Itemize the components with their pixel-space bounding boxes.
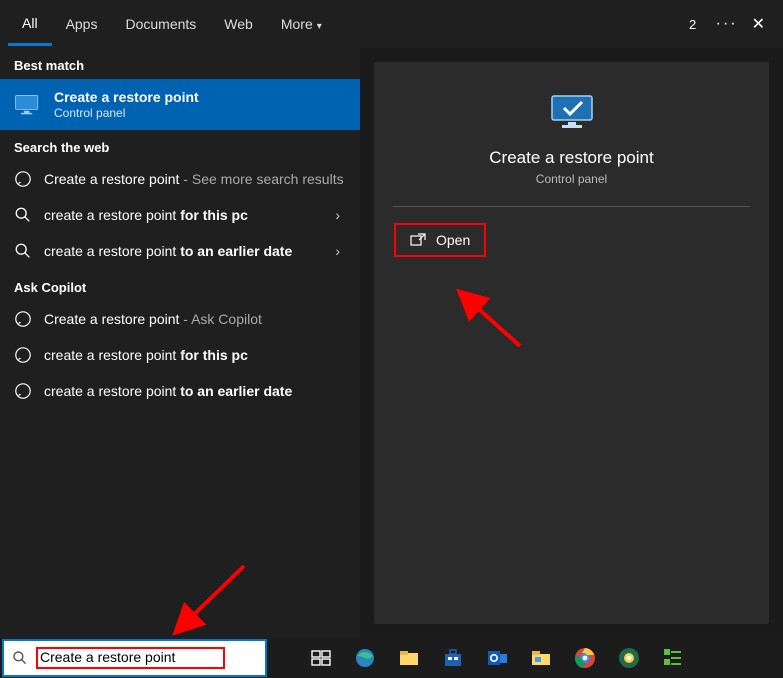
results-pane: Best match Create a restore point Contro… xyxy=(0,48,360,638)
copilot-result-for-this-pc[interactable]: create a restore point for this pc xyxy=(0,337,360,373)
copilot-result-earlier-date[interactable]: create a restore point to an earlier dat… xyxy=(0,373,360,409)
task-view-icon[interactable] xyxy=(309,646,333,670)
search-icon xyxy=(12,650,28,666)
preview-title: Create a restore point xyxy=(489,148,653,168)
preview-pane: Create a restore point Control panel Ope… xyxy=(360,48,783,638)
chat-icon xyxy=(14,346,32,364)
web-result-see-more[interactable]: Create a restore point - See more search… xyxy=(0,161,360,197)
tab-apps[interactable]: Apps xyxy=(52,4,112,44)
monitor-icon xyxy=(14,94,42,116)
taskbar-search-box[interactable] xyxy=(2,639,267,677)
open-external-icon xyxy=(410,233,426,247)
tab-more[interactable]: More▾ xyxy=(267,4,336,44)
chevron-right-icon: › xyxy=(335,243,346,259)
more-options-icon[interactable]: ··· xyxy=(716,15,738,33)
best-match-title: Create a restore point xyxy=(54,89,199,105)
section-best-match: Best match xyxy=(0,48,360,79)
store-icon[interactable] xyxy=(441,646,465,670)
search-icon xyxy=(14,206,32,224)
chevron-down-icon: ▾ xyxy=(317,21,322,32)
best-match-subtitle: Control panel xyxy=(54,106,199,120)
monitor-check-icon xyxy=(548,94,596,130)
web-result-for-this-pc[interactable]: create a restore point for this pc › xyxy=(0,197,360,233)
chat-icon xyxy=(14,382,32,400)
web-result-earlier-date[interactable]: create a restore point to an earlier dat… xyxy=(0,233,360,269)
tab-documents[interactable]: Documents xyxy=(111,4,210,44)
folder-shortcut-icon[interactable] xyxy=(529,646,553,670)
divider xyxy=(393,206,749,207)
best-match-result[interactable]: Create a restore point Control panel xyxy=(0,79,360,130)
edge-icon[interactable] xyxy=(353,646,377,670)
section-ask-copilot: Ask Copilot xyxy=(0,270,360,301)
chat-icon xyxy=(14,170,32,188)
open-label: Open xyxy=(436,232,470,248)
tab-web[interactable]: Web xyxy=(210,4,267,44)
annotation-arrow-open xyxy=(448,284,528,354)
search-icon xyxy=(14,242,32,260)
open-button[interactable]: Open xyxy=(394,223,486,257)
chrome-canary-icon[interactable] xyxy=(617,646,641,670)
search-filter-tabs: All Apps Documents Web More▾ 2 ··· ✕ xyxy=(0,0,783,48)
chat-icon xyxy=(14,310,32,328)
section-search-web: Search the web xyxy=(0,130,360,161)
taskbar xyxy=(0,638,783,678)
chevron-right-icon: › xyxy=(335,207,346,223)
search-input[interactable] xyxy=(40,649,221,665)
recent-count[interactable]: 2 xyxy=(684,15,702,33)
outlook-icon[interactable] xyxy=(485,646,509,670)
tab-all[interactable]: All xyxy=(8,3,52,46)
copilot-result-ask[interactable]: Create a restore point - Ask Copilot xyxy=(0,301,360,337)
preview-subtitle: Control panel xyxy=(536,172,607,186)
close-icon[interactable]: ✕ xyxy=(752,14,765,34)
chrome-icon[interactable] xyxy=(573,646,597,670)
explorer-icon[interactable] xyxy=(397,646,421,670)
search-input-highlight xyxy=(36,647,225,669)
app-green-icon[interactable] xyxy=(661,646,685,670)
